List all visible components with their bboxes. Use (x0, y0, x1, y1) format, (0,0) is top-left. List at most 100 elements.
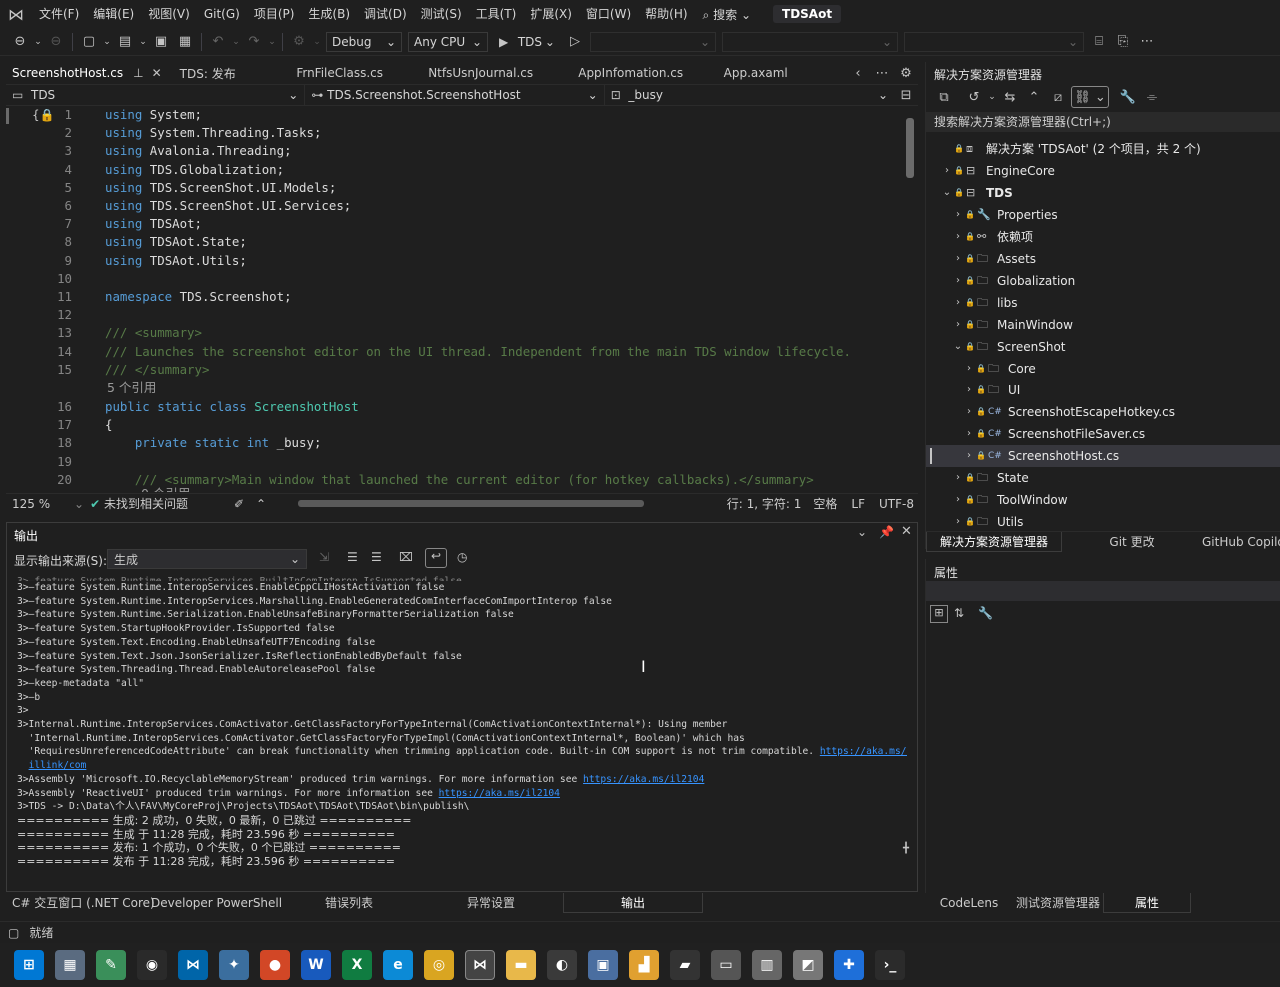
tab-codelens[interactable]: CodeLens (925, 893, 1013, 913)
save-all-icon[interactable]: ▦ (174, 31, 196, 53)
start-debug-button[interactable]: ▶ TDS ⌄ (494, 31, 560, 52)
explorer-icon[interactable]: ▬ (506, 950, 536, 980)
code-editor[interactable]: {🔒 1 using System; 2 using System.Threading… (6, 106, 906, 492)
attach-icon[interactable]: ⚙ (288, 31, 310, 53)
open-file-icon[interactable]: ▤ (114, 31, 136, 53)
tree-item[interactable]: › 🔒 🗀 State (926, 467, 1280, 489)
search-button[interactable]: ⌕ 搜索 ⌄ (695, 6, 759, 23)
project-dropdown[interactable]: ▭ TDS ⌄ (6, 85, 306, 105)
chevron-left-icon[interactable]: ‹ (847, 62, 869, 84)
start-icon[interactable]: ⊞ (14, 950, 44, 980)
pin-icon[interactable]: ⊥ (133, 66, 143, 80)
split-icon[interactable]: ⊟ (895, 84, 917, 106)
tab-screenshothost[interactable]: ScreenshotHost.cs ⊥ ✕ (6, 62, 168, 84)
chevron-down-icon[interactable]: ⌄ (312, 31, 322, 53)
horizontal-scrollbar[interactable] (298, 500, 644, 507)
chevron-down-icon[interactable]: ⌄ (138, 31, 148, 53)
menu-debug[interactable]: 调试(D) (357, 0, 414, 28)
vscode-icon[interactable]: ⋈ (178, 950, 208, 980)
visual-studio-logo-icon[interactable]: ⋈ (0, 0, 32, 28)
line-ending[interactable]: LF (851, 497, 865, 511)
prev-message-icon[interactable]: ☰ (347, 550, 358, 564)
chevron-right-icon[interactable]: › (951, 204, 965, 226)
help-link[interactable]: illink/com (29, 760, 87, 771)
menu-extensions[interactable]: 扩展(X) (523, 0, 579, 28)
property-pages-icon[interactable]: 🔧 (978, 606, 993, 620)
tree-item[interactable]: › 🔒 C# ScreenshotEscapeHotkey.cs (926, 401, 1280, 423)
chevron-right-icon[interactable]: › (951, 314, 965, 336)
menu-build[interactable]: 生成(B) (301, 0, 357, 28)
pin-icon[interactable]: 📌 (879, 525, 894, 539)
game-icon[interactable]: ◐ (547, 950, 577, 980)
tab-ntfsusnjournal[interactable]: NtfsUsnJournal.cs (406, 62, 556, 84)
tree-item[interactable]: › 🔒 🗀 Core (926, 358, 1280, 380)
chevron-right-icon[interactable]: › (940, 160, 954, 182)
chevron-down-icon[interactable]: ⌄ (951, 336, 965, 358)
platform-dropdown[interactable]: Any CPU ⌄ (408, 31, 488, 52)
app-icon[interactable]: ◩ (793, 950, 823, 980)
box-icon[interactable]: ▰ (670, 950, 700, 980)
chevron-right-icon[interactable]: › (951, 226, 965, 248)
network-icon[interactable]: ✦ (219, 950, 249, 980)
tab-git-changes[interactable]: Git 更改 (1062, 532, 1202, 552)
chevron-down-icon[interactable]: ⌄ (102, 31, 112, 53)
tree-item[interactable]: › 🔒 ⊟ EngineCore (926, 160, 1280, 182)
toolbar-combo-3[interactable]: ⌄ (904, 31, 1084, 52)
wrench-icon[interactable]: 🔧 (1117, 86, 1139, 108)
configuration-dropdown[interactable]: Debug ⌄ (326, 31, 402, 52)
references-count[interactable]: 5 个引用 (107, 379, 156, 397)
properties-object-selector[interactable] (926, 581, 1280, 601)
menu-view[interactable]: 视图(V) (141, 0, 197, 28)
back-icon[interactable]: ⊖ (9, 31, 31, 53)
tab-appinfomation[interactable]: AppInfomation.cs (556, 62, 706, 84)
notification-icon[interactable]: ▢ (8, 926, 19, 940)
sync-icon[interactable]: ⧉ (933, 86, 955, 108)
menu-window[interactable]: 窗口(W) (579, 0, 638, 28)
edge-icon[interactable]: e (383, 950, 413, 980)
references-count[interactable]: 0 个引用 (141, 485, 190, 492)
chevron-down-icon[interactable]: ⌄ (267, 31, 277, 53)
terminal-icon[interactable]: ›_ (875, 950, 905, 980)
tree-item[interactable]: ⌄ 🔒 🗀 ScreenShot (926, 336, 1280, 358)
word-icon[interactable]: W (301, 950, 331, 980)
output-source-dropdown[interactable]: 生成 ⌄ (107, 549, 307, 569)
help-link[interactable]: https://aka.ms/il2104 (583, 774, 704, 785)
visual-studio-icon[interactable]: ⋈ (465, 950, 495, 980)
tab-developer-powershell[interactable]: Developer PowerShell (151, 893, 282, 913)
live-share-icon[interactable]: ⎘ (1112, 31, 1134, 53)
tab-exception-settings[interactable]: 异常设置 (419, 893, 563, 913)
tree-item[interactable]: › 🔒 ⚯ 依赖项 (926, 226, 1280, 248)
show-all-files-icon[interactable]: ⧄ (1047, 86, 1069, 108)
tree-item[interactable]: › 🔒 🗀 Assets (926, 248, 1280, 270)
redo-icon[interactable]: ↷ (243, 31, 265, 53)
tree-item[interactable]: › 🔒 C# ScreenshotFileSaver.cs (926, 423, 1280, 445)
menu-file[interactable]: 文件(F) (32, 0, 86, 28)
menu-project[interactable]: 项目(P) (247, 0, 302, 28)
tree-item[interactable]: ⌄ 🔒 ⊟ TDS (926, 182, 1280, 204)
vertical-scrollbar[interactable] (906, 118, 914, 178)
more-icon[interactable]: ⋯ (871, 62, 893, 84)
find-message-icon[interactable]: ⇲ (319, 550, 329, 564)
notepad-icon[interactable]: ✎ (96, 950, 126, 980)
tab-test-explorer[interactable]: 测试资源管理器 (1013, 893, 1103, 913)
save-icon[interactable]: ▣ (150, 31, 172, 53)
tree-item[interactable]: › 🔒 🗀 Utils (926, 511, 1280, 533)
menu-git[interactable]: Git(G) (197, 0, 247, 28)
history-icon[interactable]: ↺ (963, 86, 985, 108)
tree-item[interactable]: › 🔒 🗀 Globalization (926, 270, 1280, 292)
blue-app-icon[interactable]: ✚ (834, 950, 864, 980)
chevron-right-icon[interactable]: › (951, 489, 965, 511)
gear-icon[interactable]: ⚙ (895, 62, 917, 84)
chevron-up-icon[interactable]: ⌃ (256, 497, 266, 511)
menu-tools[interactable]: 工具(T) (469, 0, 524, 28)
member-dropdown[interactable]: ⊡ _busy ⌄ (605, 85, 894, 105)
folder-search-icon[interactable]: ⌸ (1088, 31, 1110, 53)
chevron-down-icon[interactable]: ⌄ (940, 182, 954, 204)
chevron-down-icon[interactable]: ⌄ (857, 525, 867, 539)
chevron-right-icon[interactable]: › (962, 401, 976, 423)
menu-edit[interactable]: 编辑(E) (86, 0, 141, 28)
office-icon[interactable]: ● (260, 950, 290, 980)
chrome-icon[interactable]: ◎ (424, 950, 454, 980)
sync-with-active-icon[interactable]: ⇆ (999, 86, 1021, 108)
chart-icon[interactable]: ▥ (752, 950, 782, 980)
